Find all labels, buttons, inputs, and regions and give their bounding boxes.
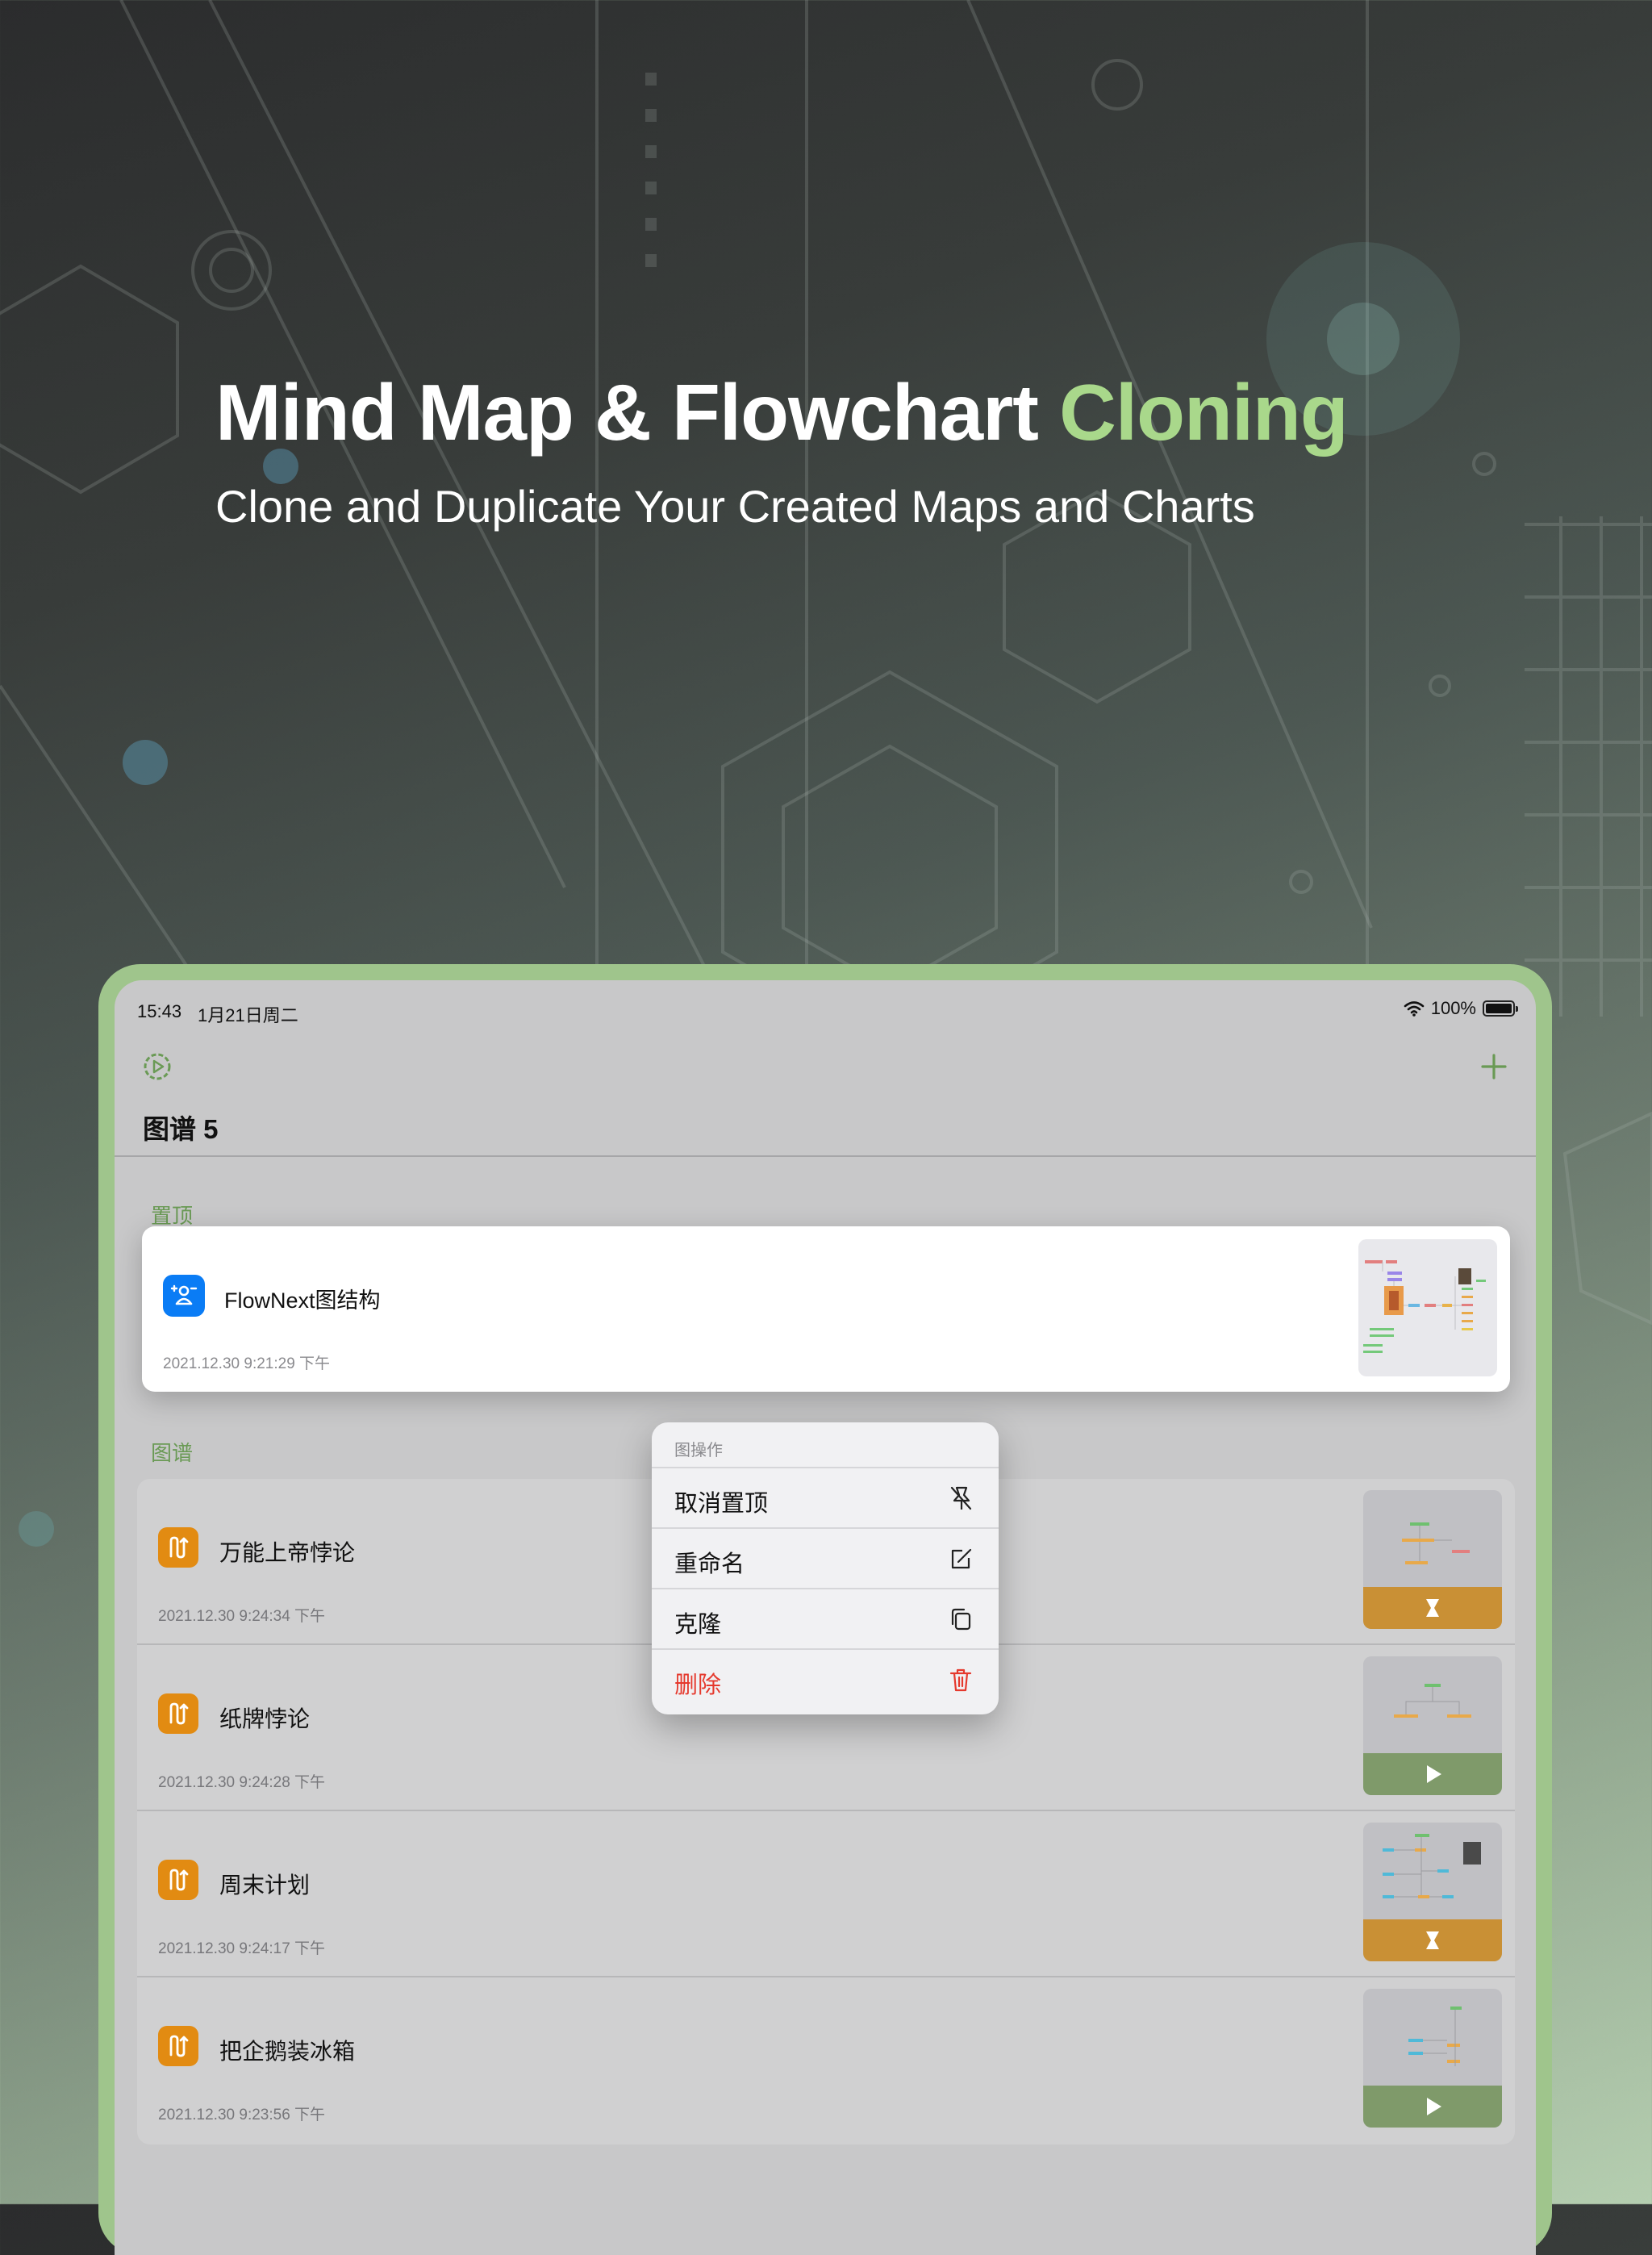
list-item[interactable]: 把企鹅装冰箱 2021.12.30 9:23:56 下午 <box>137 1977 1515 2144</box>
map-thumbnail <box>1363 1823 1502 1961</box>
hero-title-main: Mind Map & Flowchart <box>215 368 1039 457</box>
graph-actions-menu: 图操作 取消置顶 重命名 克隆 删除 <box>652 1422 999 1714</box>
status-date: 1月21日周二 <box>198 1005 298 1025</box>
thumbnail-status-bar <box>1363 1587 1502 1629</box>
status-time: 15:43 <box>137 1001 182 1021</box>
plus-icon[interactable] <box>1478 1050 1510 1083</box>
map-name: 把企鹅装冰箱 <box>219 2039 356 2064</box>
hourglass-icon <box>1426 1599 1439 1617</box>
map-name: 纸牌悖论 <box>219 1706 311 1731</box>
map-date: 2021.12.30 9:23:56 下午 <box>158 2107 326 2123</box>
hero-title-accent: Cloning <box>1059 368 1349 457</box>
map-date: 2021.12.30 9:24:17 下午 <box>158 1940 326 1957</box>
wifi-icon <box>1404 1001 1425 1017</box>
copy-icon <box>951 1608 971 1631</box>
map-name: 周末计划 <box>219 1873 311 1898</box>
settings-icon[interactable] <box>141 1050 173 1083</box>
flow-icon <box>158 1693 198 1734</box>
thumbnail-status-bar <box>1363 1753 1502 1795</box>
hero-title: Mind Map & Flowchart Cloning <box>215 367 1349 458</box>
menu-header: 图操作 <box>674 1442 723 1459</box>
battery-percentage: 100% <box>1430 998 1476 1018</box>
menu-item-label: 取消置顶 <box>674 1491 769 1517</box>
page-title: 图谱 5 <box>143 1114 219 1144</box>
unpin-icon <box>950 1486 972 1510</box>
thumbnail-status-bar <box>1363 1919 1502 1961</box>
status-bar: 15:43 1月21日周二 100% <box>115 980 1536 1029</box>
clone-menu-item[interactable]: 克隆 <box>652 1588 999 1648</box>
battery-icon <box>1483 1000 1518 1017</box>
pinned-section-label: 置顶 <box>151 1204 194 1228</box>
play-icon <box>1427 1765 1441 1783</box>
play-icon <box>1427 2098 1441 2115</box>
map-date: 2021.12.30 9:21:29 下午 <box>163 1355 331 1372</box>
maps-section-label: 图谱 <box>151 1441 194 1465</box>
app-screen: 15:43 1月21日周二 100% 图谱 5 置顶 FlowNext图结构 2… <box>115 980 1536 2255</box>
flow-icon <box>158 2026 198 2066</box>
thumbnail-status-bar <box>1363 2086 1502 2128</box>
person-network-icon <box>163 1275 205 1317</box>
rename-menu-item[interactable]: 重命名 <box>652 1527 999 1588</box>
menu-item-label: 克隆 <box>674 1612 722 1638</box>
list-item[interactable]: 周末计划 2021.12.30 9:24:17 下午 <box>137 1811 1515 1977</box>
hourglass-icon <box>1426 1931 1439 1949</box>
map-date: 2021.12.30 9:24:28 下午 <box>158 1774 326 1791</box>
hero-subtitle: Clone and Duplicate Your Created Maps an… <box>215 481 1255 532</box>
map-thumbnail <box>1363 1490 1502 1629</box>
map-name: 万能上帝悖论 <box>219 1540 356 1565</box>
header-divider <box>115 1155 1536 1157</box>
map-name: FlowNext图结构 <box>224 1288 381 1313</box>
map-thumbnail <box>1363 1989 1502 2128</box>
trash-icon <box>949 1668 972 1692</box>
flow-icon <box>158 1860 198 1900</box>
map-thumbnail <box>1358 1239 1497 1376</box>
map-thumbnail <box>1363 1656 1502 1795</box>
menu-item-label: 重命名 <box>674 1551 745 1577</box>
unpin-menu-item[interactable]: 取消置顶 <box>652 1467 999 1527</box>
flow-icon <box>158 1527 198 1568</box>
pinned-map-card[interactable]: FlowNext图结构 2021.12.30 9:21:29 下午 <box>142 1226 1510 1392</box>
ipad-frame: 15:43 1月21日周二 100% 图谱 5 置顶 FlowNext图结构 2… <box>98 964 1552 2255</box>
status-indicators: 100% <box>1404 998 1518 1019</box>
delete-menu-item[interactable]: 删除 <box>652 1648 999 1709</box>
edit-icon <box>951 1548 972 1569</box>
menu-item-label: 删除 <box>674 1672 722 1698</box>
map-date: 2021.12.30 9:24:34 下午 <box>158 1608 326 1625</box>
